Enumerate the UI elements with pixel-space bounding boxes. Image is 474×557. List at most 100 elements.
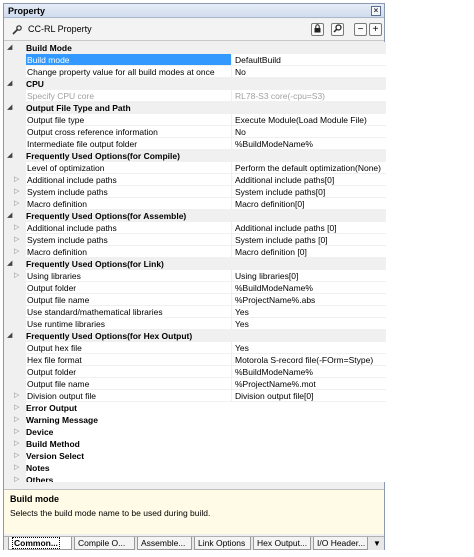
property-value[interactable]: %BuildModeName%	[231, 366, 386, 378]
property-row[interactable]: Level of optimization Perform the default…	[4, 162, 386, 174]
property-value[interactable]: Execute Module(Load Module File)	[231, 114, 386, 126]
property-row[interactable]: Build mode DefaultBuild	[4, 54, 386, 66]
row-gutter	[4, 66, 26, 78]
property-row[interactable]: Specify CPU core RL78-S3 core(-cpu=S3)	[4, 90, 386, 102]
category-row[interactable]: ▷ Error Output	[4, 402, 386, 414]
property-row[interactable]: ▷ Using libraries Using libraries[0]	[4, 270, 386, 282]
property-value[interactable]: Yes	[231, 318, 386, 330]
expand-arrow-icon[interactable]: ▷	[14, 390, 22, 402]
property-value[interactable]: %ProjectName%.mot	[231, 378, 386, 390]
property-value[interactable]: No	[231, 66, 386, 78]
property-value[interactable]: Macro definition[0]	[231, 198, 386, 210]
property-row[interactable]: Output file type Execute Module(Load Modu…	[4, 114, 386, 126]
search-button[interactable]	[331, 23, 344, 36]
tab-4[interactable]: Hex Output...	[253, 537, 311, 550]
property-row[interactable]: Output folder %BuildModeName%	[4, 282, 386, 294]
expand-arrow-icon[interactable]: ▷	[14, 438, 19, 450]
category-row[interactable]: ◢ Frequently Used Options(for Assemble)	[4, 210, 386, 222]
collapse-arrow-icon[interactable]: ◢	[7, 258, 12, 270]
property-value[interactable]: Division output file[0]	[231, 390, 386, 402]
expand-arrow-icon[interactable]: ▷	[14, 222, 22, 234]
tab-list-dropdown[interactable]: ▼	[372, 538, 382, 549]
property-value[interactable]: Perform the default optimization(None)	[231, 162, 386, 174]
property-row[interactable]: ▷ System include paths System include path…	[4, 234, 386, 246]
expand-all-button[interactable]: +	[369, 23, 382, 36]
expand-arrow-icon[interactable]: ▷	[14, 246, 22, 258]
property-value[interactable]: Yes	[231, 342, 386, 354]
category-label: CPU	[26, 79, 44, 89]
tab-5[interactable]: I/O Header...	[313, 537, 368, 550]
category-row[interactable]: ◢ CPU	[4, 78, 386, 90]
property-value[interactable]: Macro definition [0]	[231, 246, 386, 258]
expand-arrow-icon[interactable]: ▷	[14, 174, 22, 186]
expand-arrow-icon[interactable]: ▷	[14, 450, 19, 462]
property-row[interactable]: ▷ Division output file Division output fil…	[4, 390, 386, 402]
property-row[interactable]: Change property value for all build mode…	[4, 66, 386, 78]
property-row[interactable]: ▷ Macro definition Macro definition [0]	[4, 246, 386, 258]
collapse-all-button[interactable]: −	[354, 23, 367, 36]
property-row[interactable]: Intermediate file output folder %BuildMod…	[4, 138, 386, 150]
category-row[interactable]: ◢ Frequently Used Options(for Link)	[4, 258, 386, 270]
category-row[interactable]: ▷ Notes	[4, 462, 386, 474]
tab-label: Common...	[12, 537, 60, 549]
collapse-arrow-icon[interactable]: ◢	[7, 330, 12, 342]
category-row[interactable]: ▷ Warning Message	[4, 414, 386, 426]
category-row[interactable]: ▷ Version Select	[4, 450, 386, 462]
property-value[interactable]: System include paths[0]	[231, 186, 386, 198]
category-row[interactable]: ▷ Others	[4, 474, 386, 482]
property-value[interactable]: Yes	[231, 306, 386, 318]
close-button[interactable]: ×	[371, 6, 381, 16]
category-row[interactable]: ◢ Output File Type and Path	[4, 102, 386, 114]
property-value[interactable]: Additional include paths[0]	[231, 174, 386, 186]
expand-arrow-icon[interactable]: ▷	[14, 414, 19, 426]
property-row[interactable]: Output cross reference information No	[4, 126, 386, 138]
category-row[interactable]: ◢ Frequently Used Options(for Hex Output)	[4, 330, 386, 342]
property-value[interactable]: %BuildModeName%	[231, 138, 386, 150]
property-row[interactable]: ▷ Additional include paths Additional incl…	[4, 222, 386, 234]
tab-3[interactable]: Link Options	[194, 537, 251, 550]
category-row[interactable]: ◢ Frequently Used Options(for Compile)	[4, 150, 386, 162]
property-row[interactable]: Output folder %BuildModeName%	[4, 366, 386, 378]
lock-button[interactable]	[311, 23, 324, 36]
collapse-arrow-icon[interactable]: ◢	[7, 42, 12, 54]
property-value[interactable]: Motorola S-record file(-FOrm=Stype)	[231, 354, 386, 366]
property-name: Output file name	[26, 294, 231, 306]
property-row[interactable]: Output file name %ProjectName%.abs	[4, 294, 386, 306]
property-row[interactable]: ▷ Additional include paths Additional incl…	[4, 174, 386, 186]
property-value[interactable]: System include paths [0]	[231, 234, 386, 246]
property-row[interactable]: Output file name %ProjectName%.mot	[4, 378, 386, 390]
expand-arrow-icon[interactable]: ▷	[14, 462, 19, 474]
tab-label: Compile O...	[78, 538, 126, 548]
category-row[interactable]: ▷ Device	[4, 426, 386, 438]
collapse-arrow-icon[interactable]: ◢	[7, 78, 12, 90]
property-row[interactable]: Use standard/mathematical libraries Yes	[4, 306, 386, 318]
property-row[interactable]: ▷ System include paths System include path…	[4, 186, 386, 198]
tab-2[interactable]: Assemble...	[137, 537, 192, 550]
expand-arrow-icon[interactable]: ▷	[14, 474, 19, 482]
category-row[interactable]: ◢ Build Mode	[4, 42, 386, 54]
property-row[interactable]: Hex file format Motorola S-record file(-F…	[4, 354, 386, 366]
property-row[interactable]: ▷ Macro definition Macro definition[0]	[4, 198, 386, 210]
tab-1[interactable]: Compile O...	[74, 537, 135, 550]
collapse-arrow-icon[interactable]: ◢	[7, 210, 12, 222]
category-row[interactable]: ▷ Build Method	[4, 438, 386, 450]
category-label: Frequently Used Options(for Assemble)	[26, 211, 187, 221]
property-row[interactable]: Use runtime libraries Yes	[4, 318, 386, 330]
expand-arrow-icon[interactable]: ▷	[14, 234, 22, 246]
property-name: Additional include paths	[26, 174, 231, 186]
expand-arrow-icon[interactable]: ▷	[14, 270, 22, 282]
property-value[interactable]: No	[231, 126, 386, 138]
tab-0[interactable]: Common...	[8, 537, 72, 550]
property-value[interactable]: %BuildModeName%	[231, 282, 386, 294]
expand-arrow-icon[interactable]: ▷	[14, 198, 22, 210]
expand-arrow-icon[interactable]: ▷	[14, 402, 19, 414]
property-value[interactable]: DefaultBuild	[231, 54, 386, 66]
property-value[interactable]: Using libraries[0]	[231, 270, 386, 282]
expand-arrow-icon[interactable]: ▷	[14, 186, 22, 198]
property-value[interactable]: %ProjectName%.abs	[231, 294, 386, 306]
expand-arrow-icon[interactable]: ▷	[14, 426, 19, 438]
property-row[interactable]: Output hex file Yes	[4, 342, 386, 354]
property-value[interactable]: Additional include paths [0]	[231, 222, 386, 234]
collapse-arrow-icon[interactable]: ◢	[7, 102, 12, 114]
collapse-arrow-icon[interactable]: ◢	[7, 150, 12, 162]
